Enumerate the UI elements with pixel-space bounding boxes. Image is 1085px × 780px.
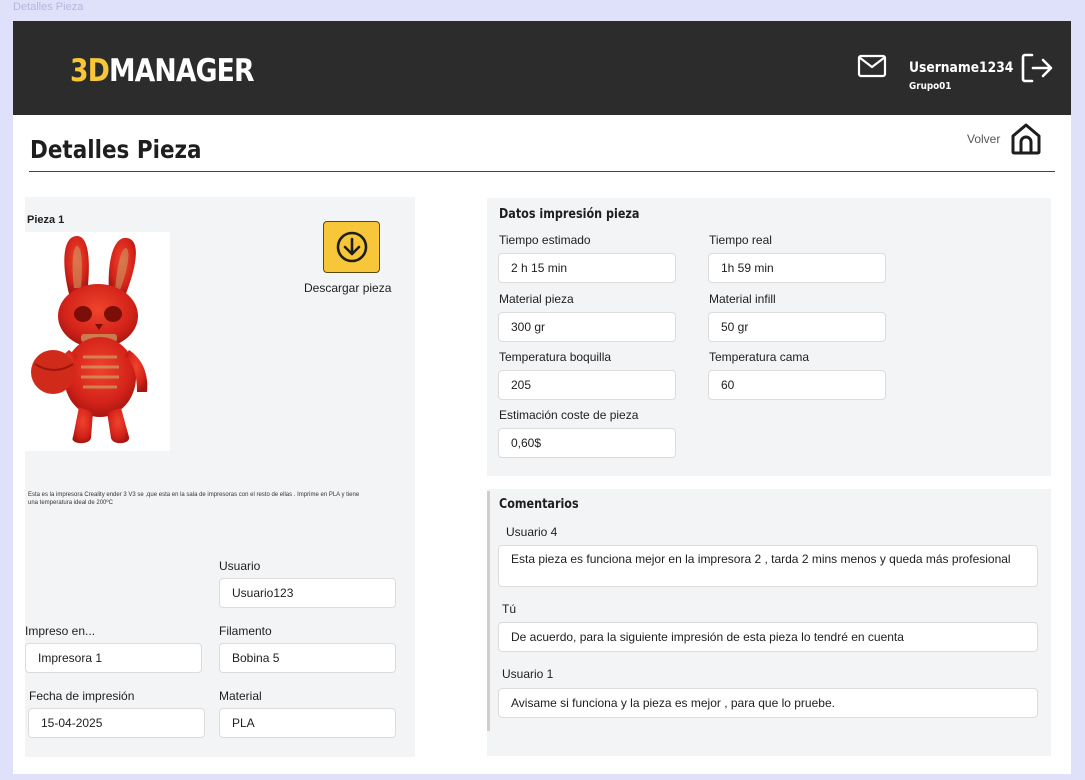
comment-author: Usuario 4 — [506, 525, 558, 539]
logout-icon[interactable] — [1020, 52, 1054, 84]
filamento-field[interactable]: Bobina 5 — [219, 643, 396, 673]
download-piece-label[interactable]: Descargar pieza — [304, 281, 391, 295]
material-field[interactable]: PLA — [219, 708, 396, 738]
impreso-field[interactable]: Impresora 1 — [25, 643, 202, 673]
coste-field[interactable]: 0,60$ — [498, 428, 676, 458]
user-group: Grupo01 — [909, 81, 952, 92]
back-link[interactable]: Volver — [967, 132, 1000, 146]
page-title: Detalles Pieza — [30, 135, 202, 164]
filamento-label: Filamento — [219, 624, 272, 638]
username[interactable]: Username1234 — [909, 60, 1013, 76]
logo-accent: 3D — [70, 53, 110, 89]
comments-title: Comentarios — [499, 497, 579, 512]
fecha-label: Fecha de impresión — [29, 689, 135, 703]
temp-cama-label: Temperatura cama — [709, 350, 810, 364]
material-infill-field[interactable]: 50 gr — [708, 312, 886, 342]
mail-icon[interactable] — [857, 54, 887, 78]
material-label: Material — [219, 689, 262, 703]
material-infill-label: Material infill — [709, 292, 776, 306]
temp-boquilla-field[interactable]: 205 — [498, 370, 676, 400]
comment-text[interactable]: De acuerdo, para la siguiente impresión … — [498, 622, 1038, 652]
home-icon[interactable] — [1010, 122, 1042, 156]
temp-cama-field[interactable]: 60 — [708, 370, 886, 400]
print-data-title: Datos impresión pieza — [499, 207, 640, 222]
app-logo[interactable]: 3DMANAGER — [70, 53, 255, 89]
temp-boquilla-label: Temperatura boquilla — [499, 350, 612, 364]
piece-name: Pieza 1 — [27, 214, 65, 226]
material-pieza-label: Material pieza — [499, 292, 574, 306]
comments-panel: Comentarios Usuario 4 Esta pieza es func… — [487, 489, 1051, 756]
tiempo-estimado-label: Tiempo estimado — [499, 233, 591, 247]
download-piece-button[interactable] — [323, 221, 380, 273]
comment-text[interactable]: Avisame si funciona y la pieza es mejor … — [498, 688, 1038, 718]
fecha-field[interactable]: 15-04-2025 — [28, 708, 205, 738]
top-bar: 3DMANAGER Username1234 Grupo01 — [13, 21, 1071, 115]
impreso-label: Impreso en... — [25, 624, 96, 638]
material-pieza-field[interactable]: 300 gr — [498, 312, 676, 342]
comment-author: Usuario 1 — [502, 667, 554, 681]
piece-description: Esta es la impresora Creality ender 3 V3… — [28, 492, 360, 506]
download-arrow-icon — [336, 231, 367, 263]
usuario-label: Usuario — [219, 559, 261, 573]
title-divider — [29, 171, 1055, 172]
logo-text: MANAGER — [108, 53, 255, 89]
comments-scrollbar[interactable] — [487, 491, 490, 731]
tiempo-real-field[interactable]: 1h 59 min — [708, 253, 886, 283]
piece-panel: Pieza 1 Descargar pieza Esta es la impre… — [25, 197, 415, 757]
usuario-field[interactable]: Usuario123 — [219, 578, 396, 608]
print-data-panel: Datos impresión pieza Tiempo estimado 2 … — [487, 198, 1051, 476]
piece-image — [25, 232, 170, 451]
tiempo-real-label: Tiempo real — [709, 233, 772, 247]
window-title: Detalles Pieza — [13, 1, 84, 13]
comment-author: Tú — [502, 602, 517, 616]
app-frame: 3DMANAGER Username1234 Grupo01 Detalles … — [13, 21, 1071, 774]
tiempo-estimado-field[interactable]: 2 h 15 min — [498, 253, 676, 283]
coste-label: Estimación coste de pieza — [499, 408, 639, 422]
comment-text[interactable]: Esta pieza es funciona mejor en la impre… — [498, 545, 1038, 587]
